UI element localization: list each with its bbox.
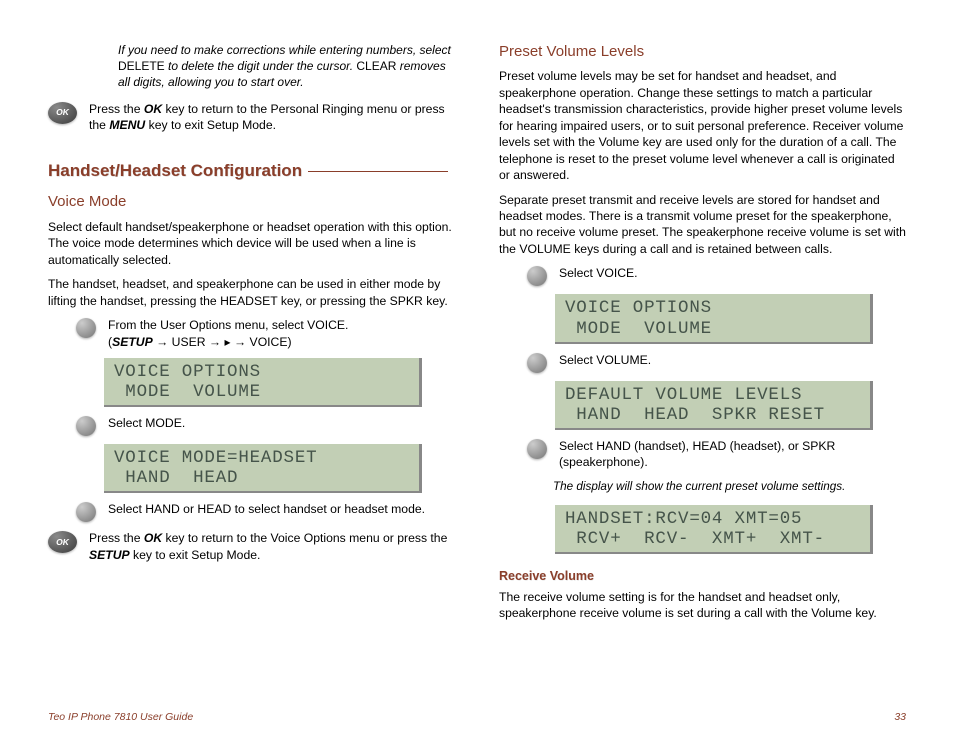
delete-label: DELETE xyxy=(118,59,165,73)
preset-p1: Preset volume levels may be set for hand… xyxy=(499,68,906,183)
t: → USER → ▸ → VOICE) xyxy=(153,335,292,349)
subheading-preset-volume: Preset Volume Levels xyxy=(499,42,906,62)
left-column: If you need to make corrections while en… xyxy=(48,42,455,630)
softkey-icon xyxy=(76,416,96,436)
correction-note: If you need to make corrections while en… xyxy=(118,42,455,91)
t: key. xyxy=(423,294,448,308)
softkey-icon xyxy=(76,318,96,338)
right-column: Preset Volume Levels Preset volume level… xyxy=(499,42,906,630)
receive-volume-p: The receive volume setting is for the ha… xyxy=(499,589,906,622)
ok-bold: OK xyxy=(144,531,162,545)
step-select-voice-r: Select VOICE. xyxy=(527,265,906,286)
section-rule xyxy=(308,171,448,172)
voice-mode-p2: The handset, headset, and speakerphone c… xyxy=(48,276,455,309)
page-footer: Teo IP Phone 7810 User Guide 33 xyxy=(48,710,906,724)
softkey-icon xyxy=(76,502,96,522)
voice-mode-p1: Select default handset/speakerphone or h… xyxy=(48,219,455,268)
t: From the User Options menu, select VOICE… xyxy=(108,318,348,332)
preset-p2: Separate preset transmit and receive lev… xyxy=(499,192,906,258)
setup-bold: SETUP xyxy=(89,548,130,562)
footer-page-number: 33 xyxy=(894,710,906,724)
t: key to exit Setup Mode. xyxy=(145,118,276,132)
volume-bold: VOLUME xyxy=(519,242,570,256)
step-text: Select VOLUME. xyxy=(559,352,906,368)
note-text-2: to delete the digit under the cursor. xyxy=(165,59,357,73)
subheading-voice-mode: Voice Mode xyxy=(48,192,455,212)
spkr-bold: SPKR xyxy=(390,294,423,308)
display-note-ital: The display will show the current preset… xyxy=(553,480,845,493)
clear-label: CLEAR xyxy=(356,59,396,73)
t: Press the xyxy=(89,531,144,545)
display-note: The display will show the current preset… xyxy=(553,479,906,495)
section-heading-text: Handset/Headset Configuration xyxy=(48,161,302,180)
step-text: Select VOICE. xyxy=(559,265,906,281)
two-column-layout: If you need to make corrections while en… xyxy=(48,42,906,630)
footer-title: Teo IP Phone 7810 User Guide xyxy=(48,710,193,724)
note-text-1: If you need to make corrections while en… xyxy=(118,43,451,57)
softkey-icon xyxy=(527,353,547,373)
t: key, or pressing the xyxy=(277,294,389,308)
step-select-volume-r: Select VOLUME. xyxy=(527,352,906,373)
softkey-icon xyxy=(527,439,547,459)
menu-bold: MENU xyxy=(109,118,145,132)
step-text: Select HAND or HEAD to select handset or… xyxy=(108,501,455,517)
lcd-default-volume: DEFAULT VOLUME LEVELS HAND HEAD SPKR RES… xyxy=(555,381,873,430)
ok-bold: OK xyxy=(144,102,162,116)
t: Select HAND (handset), HEAD (headset), o… xyxy=(559,439,835,469)
ok-step-text-2: Press the OK key to return to the Voice … xyxy=(89,530,455,563)
ok-step-row: OK Press the OK key to return to the Per… xyxy=(48,101,455,134)
t: Press the xyxy=(89,102,144,116)
ok-step-row-2: OK Press the OK key to return to the Voi… xyxy=(48,530,455,563)
step-select-hand-head: Select HAND or HEAD to select handset or… xyxy=(76,501,455,522)
ok-key-icon: OK xyxy=(48,102,77,124)
step-select-voice: From the User Options menu, select VOICE… xyxy=(76,317,455,350)
step-select-device: Select HAND (handset), HEAD (headset), o… xyxy=(527,438,906,471)
ok-key-icon: OK xyxy=(48,531,77,553)
lcd-handset-rcv: HANDSET:RCV=04 XMT=05 RCV+ RCV- XMT+ XMT… xyxy=(555,505,873,554)
ok-step-text: Press the OK key to return to the Person… xyxy=(89,101,455,134)
step-select-mode: Select MODE. xyxy=(76,415,455,436)
t: keys during a call and is retained betwe… xyxy=(571,242,833,256)
t: key to return to the Voice Options menu … xyxy=(162,531,447,545)
step-text: From the User Options menu, select VOICE… xyxy=(108,317,455,350)
subheading-receive-volume: Receive Volume xyxy=(499,568,906,585)
softkey-icon xyxy=(527,266,547,286)
t: key to exit Setup Mode. xyxy=(130,548,261,562)
step-text: Select HAND (handset), HEAD (headset), o… xyxy=(559,438,906,471)
headset-bold: HEADSET xyxy=(220,294,277,308)
lcd-voice-mode: VOICE MODE=HEADSET HAND HEAD xyxy=(104,444,422,493)
step-text: Select MODE. xyxy=(108,415,455,431)
lcd-voice-options-r: VOICE OPTIONS MODE VOLUME xyxy=(555,294,873,343)
setup-bold: SETUP xyxy=(112,335,153,349)
lcd-voice-options: VOICE OPTIONS MODE VOLUME xyxy=(104,358,422,407)
section-heading-handset: Handset/Headset Configuration xyxy=(48,160,455,183)
